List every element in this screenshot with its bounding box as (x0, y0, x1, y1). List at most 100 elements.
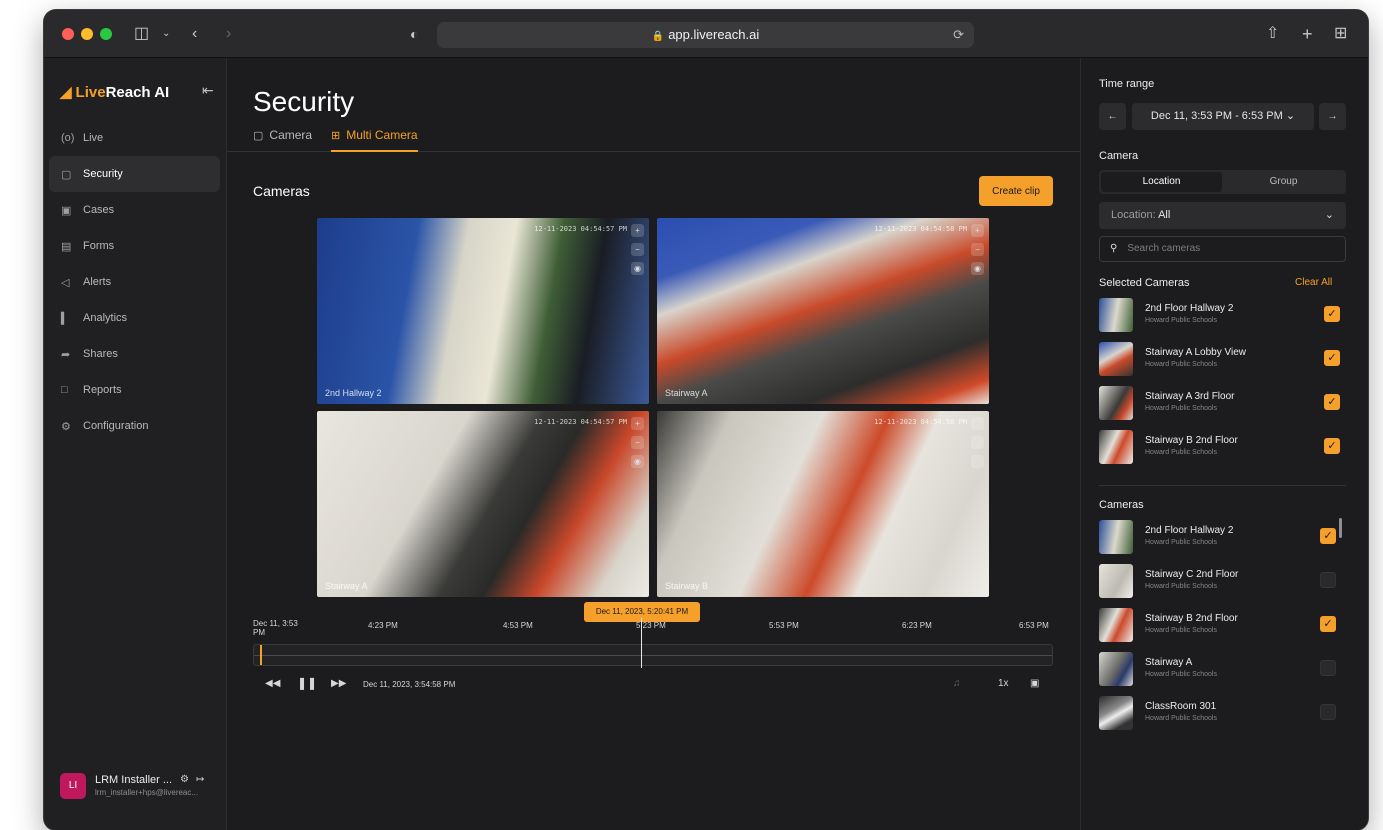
sidebar-item-cases[interactable]: ▣ Cases (49, 192, 220, 228)
minimize-window-button[interactable] (81, 28, 93, 40)
chevron-down-icon[interactable]: ⌄ (162, 23, 170, 45)
mute-icon[interactable]: ♫ (953, 678, 961, 689)
camera-filter-label: Camera (1099, 150, 1139, 162)
selected-camera-item[interactable]: 2nd Floor Hallway 2 Howard Public School… (1099, 298, 1346, 332)
sidebar-item-security[interactable]: ▢ Security (49, 156, 220, 192)
camera-feed[interactable]: 12-11-2023 04:54:57 PM Stairway A + − ◉ (317, 411, 649, 597)
sidebar-item-reports[interactable]: □ Reports (49, 372, 220, 408)
camera-feed[interactable]: 12-11-2023 04:54:58 PM Stairway A + − ◉ (657, 218, 989, 404)
zoom-out-icon[interactable]: − (971, 243, 984, 256)
sidebar-item-forms[interactable]: ▤ Forms (49, 228, 220, 264)
user-profile[interactable]: LI LRM Installer ... lrm_installer+hps@l… (60, 771, 220, 801)
snapshot-icon[interactable]: ◉ (971, 262, 984, 275)
forward-icon[interactable]: › (226, 23, 231, 45)
camera-checkbox[interactable] (1320, 660, 1336, 676)
app-logo[interactable]: ◢ LiveReach AI (60, 83, 169, 101)
next-range-icon[interactable]: → (1319, 103, 1346, 130)
sidebar-item-alerts[interactable]: ◁ Alerts (49, 264, 220, 300)
playback-speed[interactable]: 1x (998, 678, 1009, 689)
back-icon[interactable]: ‹ (192, 23, 197, 45)
camera-checkbox[interactable]: ✓ (1320, 616, 1336, 632)
playhead[interactable] (260, 645, 262, 665)
current-playback-time: Dec 11, 2023, 3:54:58 PM (363, 680, 456, 689)
share-icon[interactable]: ⇧ (1266, 23, 1279, 45)
camera-list-item[interactable]: Stairway A Howard Public Schools (1099, 652, 1346, 686)
logo-text: Reach AI (105, 84, 170, 101)
camera-feed[interactable]: 12-11-2023 04:54:58 PM Stairway B + − ◉ (657, 411, 989, 597)
timeline-start-label: Dec 11, 3:53 PM (253, 619, 298, 637)
logout-icon[interactable]: ↦ (196, 774, 204, 785)
rewind-icon[interactable]: ◀◀ (265, 678, 280, 689)
sidebar-item-analytics[interactable]: ▍ Analytics (49, 300, 220, 336)
tab-multi-camera[interactable]: ⊞ Multi Camera (331, 128, 418, 152)
snapshot-icon[interactable]: ◉ (631, 262, 644, 275)
sidebar-item-live[interactable]: (o) Live (49, 120, 220, 156)
camera-feed[interactable]: 12-11-2023 04:54:57 PM 2nd Hallway 2 + − ◉ (317, 218, 649, 404)
snapshot-icon[interactable]: ◉ (971, 455, 984, 468)
camera-checkbox[interactable] (1320, 572, 1336, 588)
zoom-out-icon[interactable]: − (631, 436, 644, 449)
logo-mark-icon: ◢ (60, 84, 72, 101)
timeline-cursor-tooltip: Dec 11, 2023, 5:20:41 PM (584, 602, 700, 622)
tab-overview-icon[interactable]: ⊞ (1334, 23, 1347, 45)
zoom-in-icon[interactable]: + (971, 224, 984, 237)
create-clip-button[interactable]: Create clip (979, 176, 1053, 206)
sidebar-item-shares[interactable]: ➦ Shares (49, 336, 220, 372)
camera-checkbox[interactable]: ✓ (1324, 350, 1340, 366)
zoom-in-icon[interactable]: + (631, 224, 644, 237)
new-tab-icon[interactable]: + (1302, 23, 1313, 45)
fullscreen-icon[interactable]: ▣ (1030, 678, 1039, 689)
lock-icon: 🔒 (651, 31, 665, 42)
camera-thumbnail (1099, 342, 1133, 376)
url-bar[interactable]: 🔒 app.livereach.ai ⟳ (437, 22, 974, 48)
settings-icon[interactable]: ⚙ (180, 774, 189, 785)
section-title: Cameras (253, 183, 310, 199)
zoom-out-icon[interactable]: − (971, 436, 984, 449)
snapshot-icon[interactable]: ◉ (631, 455, 644, 468)
pause-icon[interactable]: ❚❚ (297, 676, 317, 690)
sidebar-item-label: Cases (83, 204, 115, 216)
selected-camera-item[interactable]: Stairway B 2nd Floor Howard Public Schoo… (1099, 430, 1346, 464)
reload-icon[interactable]: ⟳ (953, 22, 964, 48)
zoom-out-icon[interactable]: − (631, 243, 644, 256)
camera-list-item[interactable]: Stairway B 2nd Floor Howard Public Schoo… (1099, 608, 1346, 642)
camera-list-item[interactable]: Stairway C 2nd Floor Howard Public Schoo… (1099, 564, 1346, 598)
sidebar-item-configuration[interactable]: ⚙ Configuration (49, 408, 220, 444)
search-input[interactable]: ⚲ Search cameras (1099, 236, 1346, 262)
prev-range-icon[interactable]: ← (1099, 103, 1126, 130)
camera-checkbox[interactable]: ✓ (1324, 306, 1340, 322)
timeline-track[interactable] (253, 644, 1053, 666)
fast-forward-icon[interactable]: ▶▶ (331, 678, 346, 689)
camera-list-item[interactable]: 2nd Floor Hallway 2 Howard Public School… (1099, 520, 1346, 554)
camera-checkbox[interactable]: ✓ (1320, 528, 1336, 544)
tab-camera[interactable]: ▢ Camera (253, 128, 312, 152)
shield-icon[interactable]: ◐ (410, 23, 418, 45)
collapse-sidebar-icon[interactable]: ⇤ (202, 82, 214, 99)
time-range-select[interactable]: Dec 11, 3:53 PM - 6:53 PM ⌄ (1132, 103, 1314, 130)
feed-timestamp: 12-11-2023 04:54:58 PM (874, 225, 967, 233)
sidebar-toggle-icon[interactable]: ◫ (134, 23, 149, 45)
location-select[interactable]: Location: All ⌄ (1099, 202, 1346, 229)
camera-checkbox[interactable] (1320, 704, 1336, 720)
selected-camera-item[interactable]: Stairway A 3rd Floor Howard Public Schoo… (1099, 386, 1346, 420)
feed-timestamp: 12-11-2023 04:54:57 PM (534, 418, 627, 426)
segment-group[interactable]: Group (1223, 172, 1344, 192)
segment-location[interactable]: Location (1101, 172, 1222, 192)
sidebar-item-label: Security (83, 168, 123, 180)
sidebar: ◢ LiveReach AI ⇤ (o) Live ▢ Security ▣ Cases… (44, 58, 227, 830)
close-window-button[interactable] (62, 28, 74, 40)
camera-checkbox[interactable]: ✓ (1324, 394, 1340, 410)
zoom-in-icon[interactable]: + (631, 417, 644, 430)
clear-all-link[interactable]: Clear All (1295, 277, 1332, 288)
report-icon: □ (61, 384, 68, 396)
search-icon: ⚲ (1110, 243, 1118, 254)
zoom-in-icon[interactable]: + (971, 417, 984, 430)
sidebar-item-label: Live (83, 132, 104, 144)
camera-filter-toggle: Location Group (1099, 170, 1346, 194)
camera-thumbnail (1099, 386, 1133, 420)
zoom-window-button[interactable] (100, 28, 112, 40)
camera-checkbox[interactable]: ✓ (1324, 438, 1340, 454)
camera-list-item[interactable]: ClassRoom 301 Howard Public Schools (1099, 696, 1346, 730)
logo-brand: Live (75, 84, 106, 101)
selected-camera-item[interactable]: Stairway A Lobby View Howard Public Scho… (1099, 342, 1346, 376)
